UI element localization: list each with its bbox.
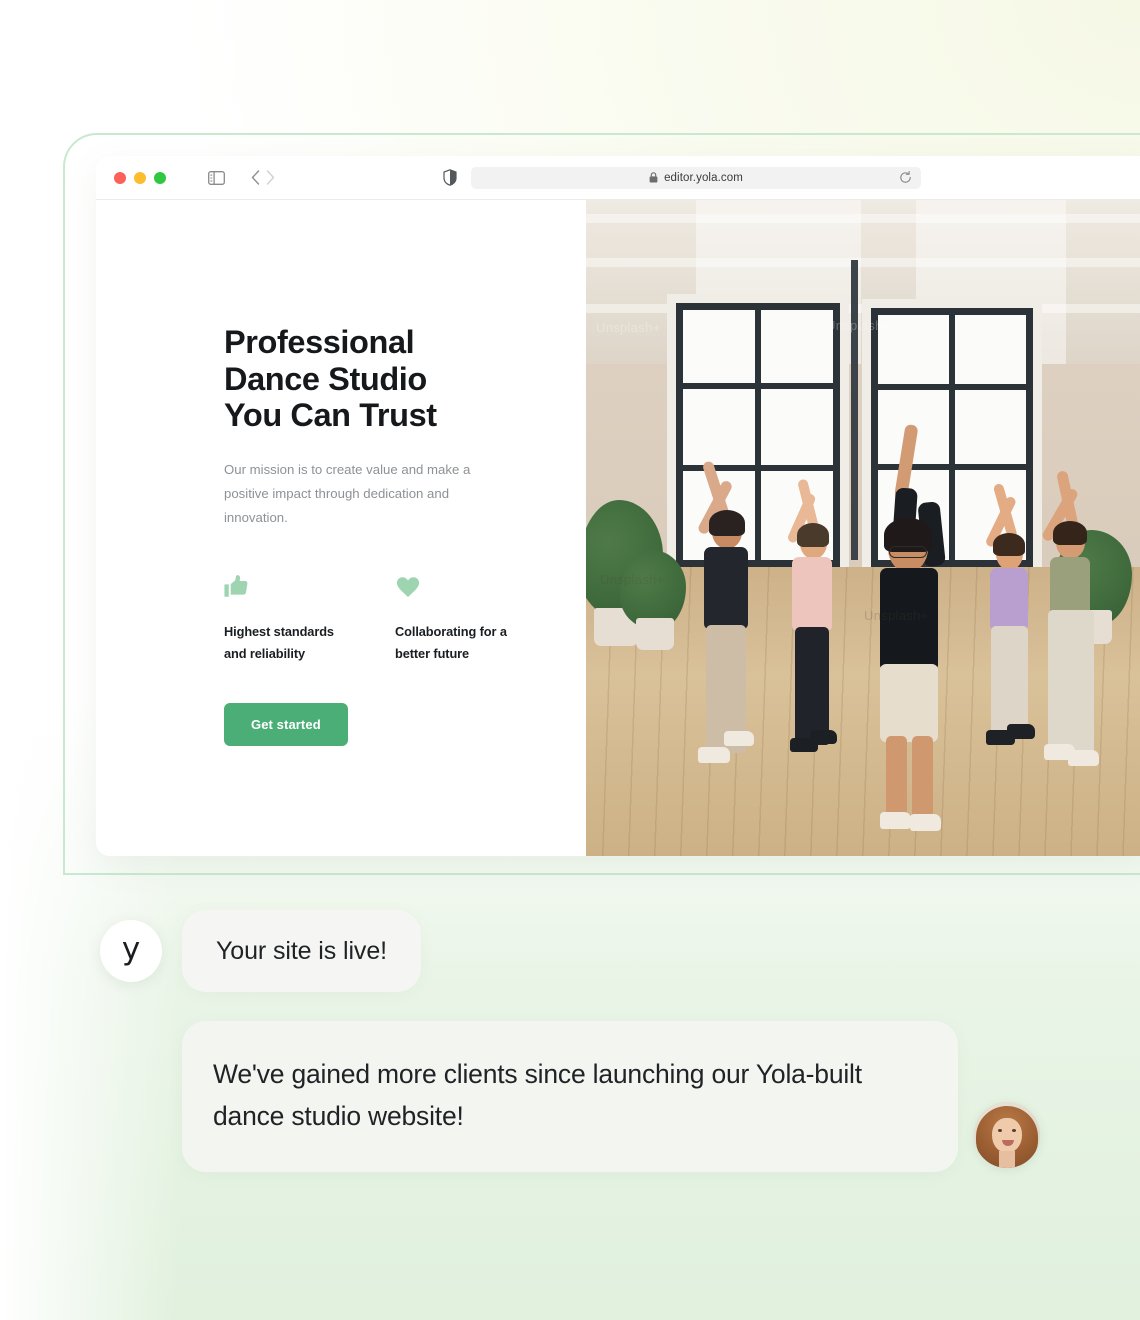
minimize-window-button[interactable] bbox=[134, 171, 146, 184]
photo-watermark: Unsplash+ bbox=[826, 318, 891, 333]
reload-icon[interactable] bbox=[899, 171, 912, 184]
feature-label: Collaborating for a better future bbox=[395, 624, 507, 662]
avatar bbox=[974, 1101, 1040, 1168]
shield-icon[interactable] bbox=[443, 169, 457, 186]
lock-icon bbox=[649, 172, 658, 183]
chat-message-user: We've gained more clients since launchin… bbox=[182, 1021, 1040, 1172]
page-title: Professional Dance Studio You Can Trust bbox=[224, 324, 524, 434]
hero-feature-list: Highest standards and reliability Collab… bbox=[224, 574, 586, 665]
hero-subtitle: Our mission is to create value and make … bbox=[224, 462, 471, 526]
photo-watermark: Unsplash+ bbox=[864, 608, 929, 623]
dancer bbox=[1034, 468, 1112, 798]
hero-title-line-2: Dance Studio bbox=[224, 360, 427, 397]
yola-brand-avatar: y bbox=[100, 920, 162, 982]
address-bar-url: editor.yola.com bbox=[664, 171, 743, 184]
yola-logo-icon: y bbox=[121, 930, 141, 967]
website-preview: Professional Dance Studio You Can Trust … bbox=[96, 200, 1140, 856]
dancer bbox=[690, 455, 774, 795]
get-started-button[interactable]: Get started bbox=[224, 703, 348, 747]
address-bar[interactable]: editor.yola.com bbox=[471, 166, 921, 189]
hero-photo-dance-studio: Unsplash+ Unsplash+ Unsplash+ Unsplash+ bbox=[586, 200, 1140, 856]
zoom-window-button[interactable] bbox=[154, 171, 166, 184]
hero-text-column: Professional Dance Studio You Can Trust … bbox=[96, 200, 586, 856]
feature-item: Collaborating for a better future bbox=[395, 574, 530, 665]
chat-bubble-testimonial: We've gained more clients since launchin… bbox=[182, 1021, 958, 1172]
close-window-button[interactable] bbox=[114, 171, 126, 184]
thumbs-up-icon bbox=[224, 574, 359, 600]
hero-title-line-1: Professional bbox=[224, 324, 415, 360]
dancer bbox=[858, 423, 968, 850]
window-traffic-lights bbox=[114, 171, 166, 184]
glasses bbox=[889, 546, 927, 558]
hero-title-line-3: You Can Trust bbox=[224, 397, 437, 434]
browser-window: editor.yola.com Professional Dance Studi… bbox=[96, 156, 1140, 856]
feature-item: Highest standards and reliability bbox=[224, 574, 359, 665]
feature-label: Highest standards and reliability bbox=[224, 624, 334, 662]
chevron-left-icon[interactable] bbox=[251, 170, 260, 185]
photo-watermark: Unsplash+ bbox=[596, 320, 661, 335]
heart-icon bbox=[395, 574, 530, 600]
browser-toolbar: editor.yola.com bbox=[96, 156, 1140, 200]
chevron-right-icon[interactable] bbox=[266, 170, 275, 185]
chat-message-yola: y Your site is live! bbox=[100, 910, 421, 992]
photo-watermark: Unsplash+ bbox=[600, 572, 665, 587]
plant-pot bbox=[636, 618, 674, 650]
browser-navigation bbox=[251, 170, 275, 185]
dancer bbox=[782, 472, 854, 772]
chat-bubble-site-live: Your site is live! bbox=[182, 910, 421, 992]
sidebar-toggle-icon[interactable] bbox=[208, 170, 225, 185]
